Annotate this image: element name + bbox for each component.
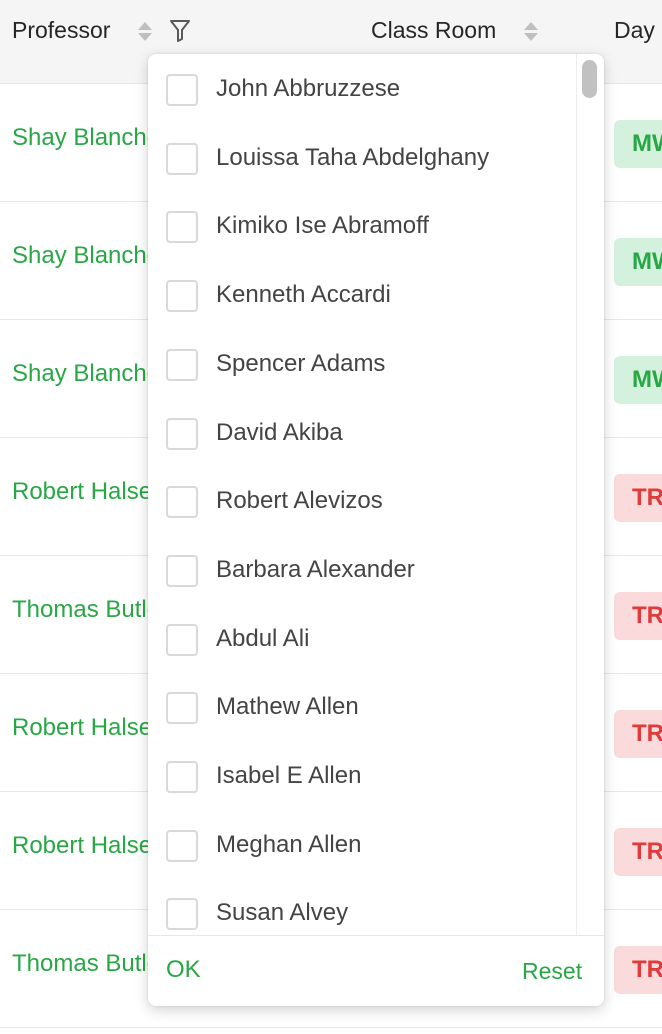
filter-footer: OK Reset — [148, 935, 604, 1006]
day-tag: TR — [614, 592, 662, 640]
filter-option-checkbox[interactable] — [166, 692, 198, 725]
day-tag: TR — [614, 710, 662, 758]
filter-option-label: Mathew Allen — [216, 693, 359, 721]
professor-cell-link[interactable]: Robert Halsey — [12, 478, 164, 506]
filter-option-label: Barbara Alexander — [216, 555, 415, 583]
sort-professor-icon[interactable] — [138, 20, 152, 44]
filter-option[interactable]: Meghan Allen — [166, 826, 566, 866]
filter-option-label: Isabel E Allen — [216, 762, 362, 789]
filter-option-label: Susan Alvey — [216, 899, 349, 927]
filter-option-label: Meghan Allen — [216, 830, 362, 858]
filter-option[interactable]: Barbara Alexander — [166, 551, 566, 591]
sort-class-room-icon[interactable] — [524, 20, 538, 44]
filter-option-checkbox[interactable] — [166, 761, 198, 793]
day-tag: MWF — [614, 120, 662, 168]
filter-option-checkbox[interactable] — [166, 486, 198, 519]
professor-cell-link[interactable]: Robert Halsey — [12, 714, 164, 742]
filter-option[interactable]: Kimiko Ise Abramoff — [166, 207, 566, 247]
filter-option-checkbox[interactable] — [166, 74, 198, 106]
filter-option[interactable]: Mathew Allen — [166, 688, 566, 728]
professor-cell-link[interactable]: Robert Halsey — [12, 832, 164, 860]
reset-button[interactable]: Reset — [522, 958, 582, 985]
filter-option-checkbox[interactable] — [166, 554, 198, 587]
ok-button[interactable]: OK — [166, 956, 201, 984]
filter-option-checkbox[interactable] — [166, 348, 198, 381]
day-tag: TR — [614, 474, 662, 522]
day-tag: MWF — [614, 356, 662, 404]
filter-option-label: Robert Alevizos — [216, 487, 383, 515]
filter-option-checkbox[interactable] — [166, 829, 198, 862]
scrollbar-thumb[interactable] — [582, 60, 597, 98]
filter-option-label: Abdul Ali — [216, 624, 310, 652]
professor-cell-link[interactable]: Thomas Butler — [12, 950, 168, 978]
class-schedule-table: Professor Class Room Day Shay Blanchette… — [0, 0, 662, 1034]
filter-option-checkbox[interactable] — [166, 898, 198, 931]
column-header-day[interactable]: Day — [614, 17, 655, 44]
column-header-class-room[interactable]: Class Room — [371, 17, 496, 44]
filter-option[interactable]: Susan Alvey — [166, 894, 566, 934]
filter-option[interactable]: Spencer Adams — [166, 345, 566, 385]
filter-option-checkbox[interactable] — [166, 417, 198, 450]
filter-option-label: Kenneth Accardi — [216, 281, 391, 309]
filter-option-label: John Abbruzzese — [216, 75, 401, 102]
filter-option[interactable]: Robert Alevizos — [166, 482, 566, 522]
day-tag: TR — [614, 946, 662, 994]
day-tag: TR — [614, 828, 662, 876]
filter-option[interactable]: Louissa Taha Abdelghany — [166, 139, 566, 179]
filter-professor-icon[interactable] — [168, 18, 192, 44]
filter-option-checkbox[interactable] — [166, 280, 198, 313]
professor-filter-dropdown: John Abbruzzese Louissa Taha Abdelghany Ki… — [148, 54, 604, 1006]
filter-option[interactable]: Abdul Ali — [166, 620, 566, 660]
filter-option[interactable]: John Abbruzzese — [166, 70, 566, 110]
filter-option[interactable]: Isabel E Allen — [166, 757, 566, 797]
filter-option-checkbox[interactable] — [166, 623, 198, 656]
filter-option[interactable]: Kenneth Accardi — [166, 276, 566, 316]
column-header-professor[interactable]: Professor — [12, 17, 110, 44]
filter-options-list: John Abbruzzese Louissa Taha Abdelghany Ki… — [148, 54, 574, 935]
filter-option[interactable]: David Akiba — [166, 414, 566, 454]
filter-option-label: Spencer Adams — [216, 349, 386, 377]
filter-option-checkbox[interactable] — [166, 142, 198, 175]
professor-cell-link[interactable]: Thomas Butler — [12, 596, 168, 624]
filter-option-label: Kimiko Ise Abramoff — [216, 212, 429, 240]
filter-option-checkbox[interactable] — [166, 211, 198, 244]
filter-option-label: David Akiba — [216, 418, 343, 446]
scrollbar-track[interactable] — [576, 54, 604, 935]
day-tag: MWF — [614, 238, 662, 286]
filter-option-label: Louissa Taha Abdelghany — [216, 143, 490, 171]
